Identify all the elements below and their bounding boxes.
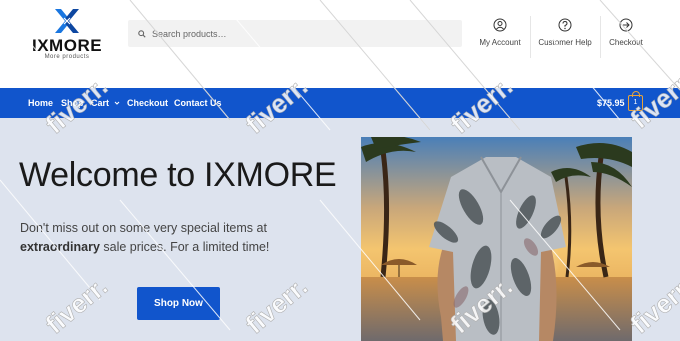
cart-count: 1 xyxy=(633,99,638,106)
product-search xyxy=(128,20,462,47)
customer-help-link[interactable]: Customer Help xyxy=(536,18,594,54)
hero-text-part: sale prices. For a limited time! xyxy=(99,240,270,254)
shopping-bag-icon[interactable]: 1 xyxy=(628,91,643,111)
user-circle-icon xyxy=(493,18,507,32)
hero-text-part: Don't miss out on some very special item… xyxy=(20,221,267,235)
site-header: IXMORE More products My Account Customer… xyxy=(0,0,680,88)
customer-help-label: Customer Help xyxy=(538,38,592,47)
help-circle-icon xyxy=(558,18,572,32)
header-divider xyxy=(600,16,601,58)
logo-tagline: More products xyxy=(44,54,90,60)
hero-text-emphasis: extraordinary xyxy=(20,240,100,254)
nav-cart[interactable]: Cart xyxy=(91,88,120,118)
nav-home[interactable]: Home xyxy=(28,88,53,118)
chevron-down-icon xyxy=(114,101,119,105)
hero-product-image xyxy=(361,137,632,341)
cart-total[interactable]: $75.95 xyxy=(597,88,625,118)
shop-now-button[interactable]: Shop Now xyxy=(137,287,220,320)
checkout-link[interactable]: Checkout xyxy=(606,18,646,54)
nav-contact-us[interactable]: Contact Us xyxy=(174,88,222,118)
search-input[interactable] xyxy=(150,28,440,39)
hero-title: Welcome to IXMORE xyxy=(19,156,337,194)
site-logo[interactable]: IXMORE More products xyxy=(32,6,102,62)
logo-x-icon xyxy=(55,9,79,33)
primary-navigation: Home Shop Cart Checkout Contact Us $75.9… xyxy=(0,88,680,118)
nav-checkout[interactable]: Checkout xyxy=(127,88,168,118)
nav-shop[interactable]: Shop xyxy=(61,88,84,118)
my-account-link[interactable]: My Account xyxy=(474,18,526,54)
beach-shirt-illustration xyxy=(361,137,632,341)
hero-banner: Welcome to IXMORE Don't miss out on some… xyxy=(0,118,680,341)
nav-cart-label: Cart xyxy=(91,98,110,108)
header-divider xyxy=(530,16,531,58)
checkout-label: Checkout xyxy=(609,38,643,47)
search-icon[interactable] xyxy=(128,29,150,38)
logo-text: IXMORE xyxy=(32,36,103,55)
my-account-label: My Account xyxy=(479,38,521,47)
arrow-circle-icon xyxy=(619,18,633,32)
hero-description: Don't miss out on some very special item… xyxy=(20,219,350,257)
